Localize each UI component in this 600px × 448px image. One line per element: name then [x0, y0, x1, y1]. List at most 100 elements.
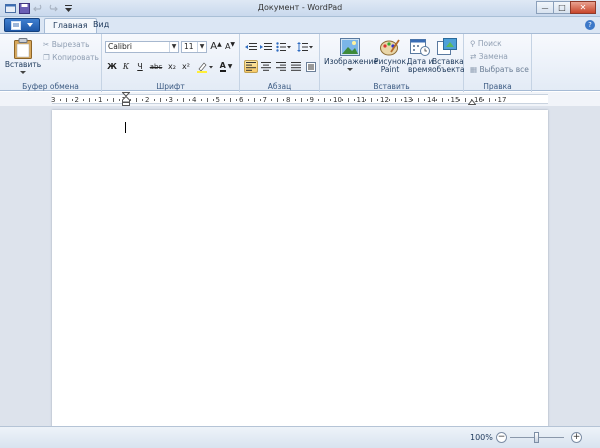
ruler-tick: [494, 99, 496, 101]
insert-picture-label: Изображение: [324, 57, 378, 66]
grow-font-button[interactable]: A ▲: [209, 40, 223, 53]
ruler-tick: [330, 99, 332, 101]
ruler-number: 2: [145, 96, 150, 104]
ruler-tick: [206, 98, 208, 102]
chevron-down-icon: ▼: [169, 42, 178, 52]
justify-button[interactable]: [289, 60, 303, 73]
bold-button[interactable]: Ж: [105, 60, 119, 73]
ruler-tick: [371, 98, 373, 102]
paint-palette-icon: [380, 39, 400, 56]
ruler-number: 10: [333, 96, 342, 104]
document-menu-icon: [11, 20, 21, 30]
ruler-number: 14: [427, 96, 436, 104]
ruler-tick: [353, 99, 355, 101]
cut-button[interactable]: ✂ Вырезать: [43, 40, 90, 49]
strikethrough-button[interactable]: abc: [147, 60, 165, 73]
ruler-tick: [65, 98, 67, 102]
ruler-tick: [412, 99, 414, 101]
paste-button[interactable]: Вставить: [4, 37, 42, 77]
app-menu-button[interactable]: [4, 18, 40, 32]
increase-indent-icon: [260, 42, 272, 50]
line-spacing-icon: [297, 41, 313, 52]
ruler-tick: [394, 98, 396, 102]
underline-label: Ч: [137, 62, 143, 71]
superscript-button[interactable]: x²: [179, 60, 193, 73]
ruler-number: 6: [239, 96, 244, 104]
ruler-tick: [482, 99, 484, 101]
help-icon[interactable]: ?: [585, 20, 595, 30]
text-color-button[interactable]: A ▼: [216, 60, 236, 73]
subscript-button[interactable]: x₂: [165, 60, 179, 73]
zoom-out-button[interactable]: −: [496, 432, 507, 443]
close-button[interactable]: ✕: [570, 1, 596, 14]
ribbon: Вставить ✂ Вырезать ❐ Копировать Буфер о…: [0, 33, 600, 92]
insert-object-button[interactable]: Вставка объекта: [432, 38, 465, 74]
insert-group-label: Вставить: [373, 82, 410, 91]
chevron-down-icon: ▼: [197, 42, 206, 52]
ruler-number: 12: [380, 96, 389, 104]
copy-button[interactable]: ❐ Копировать: [43, 53, 99, 62]
ruler-number: 17: [497, 96, 507, 104]
ruler[interactable]: 3211234567891011121314151617: [0, 92, 600, 106]
zoom-in-button[interactable]: +: [571, 432, 582, 443]
ruler-tick: [247, 99, 249, 101]
shrink-font-button[interactable]: A ▼: [223, 40, 237, 53]
italic-button[interactable]: К: [119, 60, 133, 73]
line-spacing-button[interactable]: [296, 40, 314, 53]
ruler-number: 3: [168, 96, 173, 104]
highlight-color-button[interactable]: [195, 60, 215, 73]
ruler-tick: [341, 99, 343, 101]
decrease-indent-button[interactable]: [244, 40, 258, 53]
ruler-tick: [89, 98, 91, 102]
maximize-button[interactable]: □: [553, 1, 571, 14]
align-left-button[interactable]: [244, 60, 258, 73]
ruler-tick: [418, 98, 420, 102]
paragraph-settings-button[interactable]: [304, 60, 318, 73]
underline-button[interactable]: Ч: [133, 60, 147, 73]
paragraph-group-label: Абзац: [267, 82, 292, 91]
zoom-slider-thumb[interactable]: [534, 432, 539, 443]
font-family-select[interactable]: Calibri ▼: [105, 41, 179, 53]
text-color-icon: A: [219, 61, 226, 72]
insert-picture-button[interactable]: Изображение: [324, 38, 378, 74]
tab-view[interactable]: Вид: [85, 18, 117, 33]
increase-indent-button[interactable]: [259, 40, 273, 53]
chevron-down-icon: [27, 22, 33, 27]
bullets-button[interactable]: [275, 40, 293, 53]
right-indent-marker[interactable]: [468, 97, 476, 105]
replace-button[interactable]: ⇄ Замена: [470, 52, 508, 61]
ruler-tick: [106, 99, 108, 101]
status-bar: 100% − +: [0, 426, 600, 448]
ruler-number: 7: [262, 96, 267, 104]
find-button[interactable]: ⚲ Поиск: [470, 39, 502, 48]
ruler-tick: [435, 99, 437, 101]
first-line-indent-marker[interactable]: [122, 92, 130, 106]
align-center-button[interactable]: [259, 60, 273, 73]
paragraph-group: Абзац: [240, 34, 320, 92]
paste-label: Вставить: [4, 60, 42, 69]
bold-label: Ж: [107, 62, 117, 71]
minimize-icon: —: [541, 3, 549, 12]
ruler-tick: [253, 98, 255, 102]
cut-label: Вырезать: [51, 40, 90, 49]
paint-drawing-button[interactable]: Рисунок Paint: [374, 38, 406, 74]
font-size-select[interactable]: 11 ▼: [181, 41, 207, 53]
ruler-number: 4: [192, 96, 197, 104]
copy-label: Копировать: [52, 53, 99, 62]
close-icon: ✕: [579, 3, 587, 12]
document-page[interactable]: [52, 110, 548, 430]
grow-font-icon: A: [210, 41, 218, 52]
align-right-button[interactable]: [274, 60, 288, 73]
select-all-icon: ▦: [470, 65, 478, 74]
copy-icon: ❐: [43, 53, 50, 62]
select-all-button[interactable]: ▦ Выбрать все: [470, 65, 529, 74]
minimize-button[interactable]: —: [536, 1, 554, 14]
zoom-level: 100%: [470, 433, 493, 442]
document-area: [0, 106, 600, 430]
clipboard-group-label: Буфер обмена: [22, 82, 79, 91]
ruler-tick: [177, 99, 179, 101]
date-time-button[interactable]: Дата и время: [406, 38, 434, 74]
ruler-tick: [183, 98, 185, 102]
ruler-tick: [142, 99, 144, 101]
font-size-value: 11: [184, 42, 194, 51]
